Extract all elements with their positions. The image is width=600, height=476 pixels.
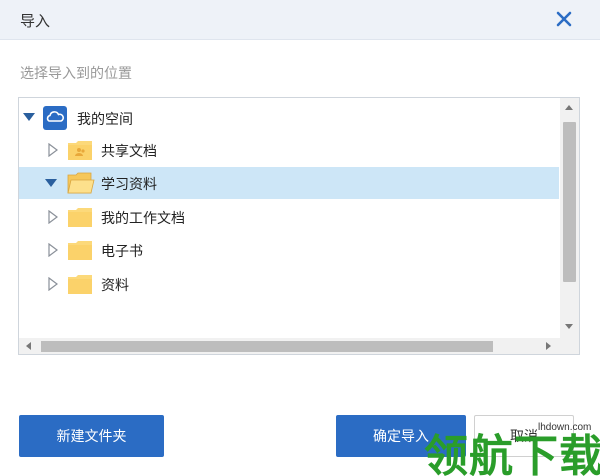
tree-node-study-materials[interactable]: 学习资料 bbox=[19, 167, 559, 199]
tree-node-label: 资料 bbox=[101, 277, 129, 293]
dialog-title: 导入 bbox=[20, 13, 51, 30]
collapsed-arrow-icon[interactable] bbox=[48, 243, 58, 257]
collapsed-arrow-icon[interactable] bbox=[48, 210, 58, 224]
tree-node-shared-docs[interactable]: 共享文档 bbox=[19, 134, 559, 166]
new-folder-button[interactable]: 新建文件夹 bbox=[19, 415, 164, 457]
tree-node-label: 我的工作文档 bbox=[101, 210, 185, 226]
scrollbar-corner bbox=[560, 338, 579, 354]
expanded-arrow-icon[interactable] bbox=[22, 112, 36, 122]
folder-icon bbox=[68, 241, 92, 260]
vertical-scrollbar[interactable] bbox=[560, 98, 579, 338]
vertical-scroll-thumb[interactable] bbox=[563, 122, 576, 282]
shared-folder-icon bbox=[68, 141, 92, 160]
tree-node-label: 学习资料 bbox=[101, 176, 157, 192]
folder-icon bbox=[68, 275, 92, 294]
horizontal-scroll-thumb[interactable] bbox=[41, 341, 493, 352]
tree-node-label: 共享文档 bbox=[101, 143, 157, 159]
folder-tree: 我的空间 共享文档 学习资料 我的工作文档 电子书 资料 bbox=[18, 97, 580, 355]
tree-node-materials[interactable]: 资料 bbox=[19, 268, 559, 300]
scroll-left-icon[interactable] bbox=[26, 342, 31, 350]
collapsed-arrow-icon[interactable] bbox=[48, 143, 58, 157]
tree-node-ebooks[interactable]: 电子书 bbox=[19, 234, 559, 266]
tree-node-label: 我的空间 bbox=[77, 111, 133, 127]
scroll-down-icon[interactable] bbox=[565, 324, 573, 329]
expanded-arrow-icon[interactable] bbox=[44, 178, 58, 188]
folder-icon bbox=[68, 208, 92, 227]
dialog-titlebar: 导入 bbox=[0, 0, 600, 40]
tree-node-work-docs[interactable]: 我的工作文档 bbox=[19, 201, 559, 233]
location-prompt: 选择导入到的位置 bbox=[20, 65, 132, 81]
open-folder-icon bbox=[67, 172, 95, 194]
watermark: 领航下载 lhdown.com bbox=[420, 416, 600, 476]
close-icon[interactable] bbox=[554, 9, 574, 29]
horizontal-scrollbar[interactable] bbox=[19, 338, 560, 354]
scroll-right-icon[interactable] bbox=[546, 342, 551, 350]
cloud-icon bbox=[43, 106, 67, 130]
scroll-up-icon[interactable] bbox=[565, 105, 573, 110]
watermark-url: lhdown.com bbox=[538, 422, 592, 433]
tree-node-root[interactable]: 我的空间 bbox=[19, 102, 559, 134]
tree-node-label: 电子书 bbox=[101, 243, 143, 259]
collapsed-arrow-icon[interactable] bbox=[48, 277, 58, 291]
